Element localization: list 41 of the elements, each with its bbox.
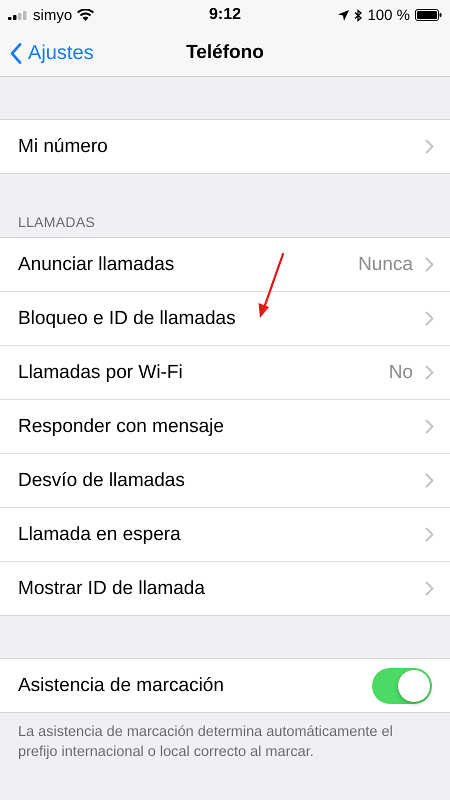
settings-row[interactable]: Mi número — [0, 120, 450, 173]
settings-row[interactable]: Mostrar ID de llamada — [0, 562, 450, 615]
section-header: LLAMADAS — [17, 214, 96, 232]
settings-row[interactable]: Desvío de llamadas — [0, 454, 450, 508]
row-value: No — [388, 362, 413, 384]
back-link[interactable]: Ajustes — [10, 42, 94, 65]
row-value: Nunca — [358, 254, 413, 276]
row-label: Asistencia de marcación — [18, 674, 224, 696]
chevron-icon — [425, 311, 434, 326]
row-label: Llamada en espera — [18, 524, 181, 546]
chevron-icon — [425, 527, 434, 542]
toggle-switch[interactable] — [372, 668, 432, 704]
settings-row[interactable]: Responder con mensaje — [0, 400, 450, 454]
page-title: Teléfono — [186, 42, 264, 64]
chevron-icon — [425, 365, 434, 380]
settings-row[interactable]: Llamadas por Wi-Fi No — [0, 346, 450, 400]
chevron-icon — [425, 581, 434, 596]
location-icon — [338, 10, 350, 20]
chevron-icon — [425, 419, 434, 434]
chevron-icon — [425, 257, 434, 272]
settings-row[interactable]: Anunciar llamadas Nunca — [0, 238, 450, 292]
row-label: Bloqueo e ID de llamadas — [18, 308, 236, 330]
carrier-name: simyo — [33, 6, 72, 24]
signal-icon — [8, 10, 28, 20]
battery-icon — [415, 9, 442, 21]
row-label: Mi número — [18, 136, 108, 158]
row-label: Responder con mensaje — [18, 416, 224, 438]
annotation-arrow — [256, 252, 286, 320]
row-label: Anunciar llamadas — [18, 254, 174, 276]
chevron-icon — [425, 139, 434, 154]
row-label: Desvío de llamadas — [18, 470, 185, 492]
back-chevron-icon — [10, 43, 22, 64]
chevron-icon — [425, 473, 434, 488]
clock: 9:12 — [208, 6, 242, 24]
wifi-icon — [77, 9, 94, 21]
settings-row[interactable]: Llamada en espera — [0, 508, 450, 562]
row-label: Mostrar ID de llamada — [18, 578, 205, 600]
battery-percent: 100 % — [367, 6, 410, 24]
footnote: La asistencia de marcación determina automáticamente el prefijo internacional o local correcto al marcar. — [17, 723, 394, 762]
row-label: Llamadas por Wi-Fi — [18, 362, 183, 384]
bluetooth-icon — [354, 8, 362, 22]
